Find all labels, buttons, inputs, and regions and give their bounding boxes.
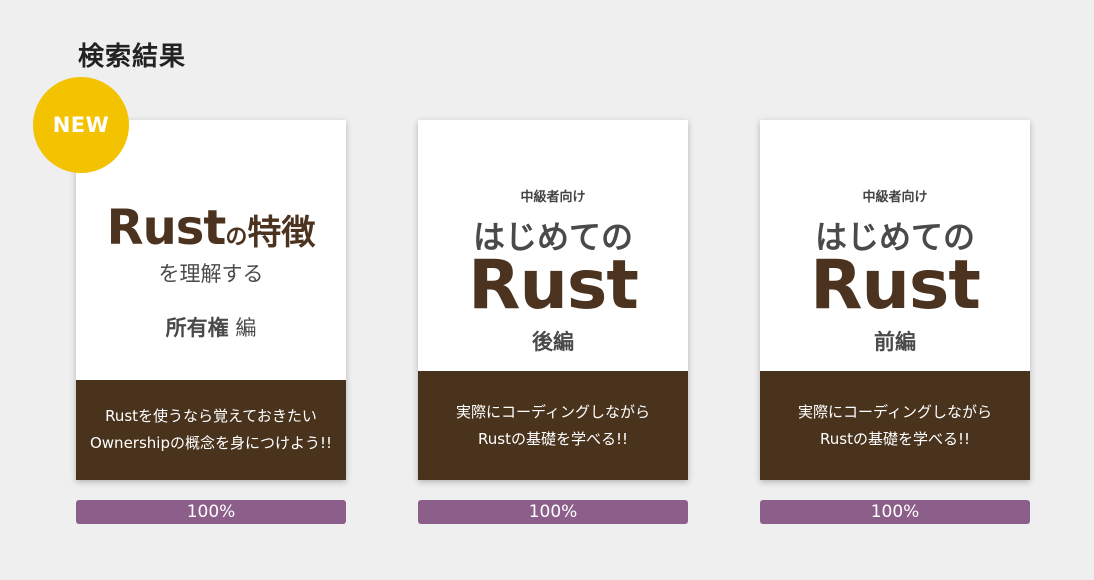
cover-level: 中級者向け <box>520 190 586 205</box>
blurb-line: Rustの基礎を学べる!! <box>478 429 628 448</box>
progress-bar: 100% <box>76 500 346 524</box>
book-cover: 中級者向け はじめての Rust 後編 実際にコーディングしながら Rustの基… <box>418 120 688 480</box>
progress-bar: 100% <box>760 500 1030 524</box>
cover-title-line2: Rust <box>468 246 639 325</box>
new-badge: NEW <box>33 77 129 173</box>
page-title: 検索結果 <box>78 42 187 72</box>
cover-title-rust: Rust <box>106 200 227 256</box>
book-cover: 中級者向け はじめての Rust 前編 実際にコーディングしながら Rustの基… <box>760 120 1030 480</box>
cover-title: Rustの特徴 <box>76 200 346 256</box>
cover-edition: 所有権 編 <box>76 312 346 342</box>
blurb-line: Rustの基礎を学べる!! <box>820 429 970 448</box>
book-card-intro-rust-part2[interactable]: 中級者向け はじめての Rust 後編 実際にコーディングしながら Rustの基… <box>418 120 688 480</box>
progress-bar: 100% <box>418 500 688 524</box>
book-card-intro-rust-part1[interactable]: 中級者向け はじめての Rust 前編 実際にコーディングしながら Rustの基… <box>760 120 1030 480</box>
cover-title-no: の <box>225 225 248 250</box>
blurb-line: Rustを使うなら覚えておきたい <box>105 407 317 425</box>
blurb-line: 実際にコーディングしながら <box>798 402 992 421</box>
cover-title-feature: 特徴 <box>247 213 316 253</box>
cover-subtitle: を理解する <box>158 262 264 286</box>
cover-level: 中級者向け <box>862 190 928 205</box>
cover-blurb: 実際にコーディングしながら Rustの基礎を学べる!! <box>760 371 1030 480</box>
blurb-line: 実際にコーディングしながら <box>456 402 650 421</box>
cover-blurb: Rustを使うなら覚えておきたい Ownershipの概念を身につけよう!! <box>76 380 346 480</box>
cover-edition-main: 所有権 <box>165 316 229 340</box>
cover-edition-suffix: 編 <box>228 316 257 340</box>
cover-title-line2: Rust <box>810 246 981 325</box>
blurb-line: Ownershipの概念を身につけよう!! <box>89 434 332 452</box>
book-cover: Rustの特徴 を理解する 所有権 編 Rustを使うなら覚えておきたい Own… <box>76 120 346 480</box>
cover-edition: 後編 <box>532 330 574 354</box>
book-card-ownership[interactable]: Rustの特徴 を理解する 所有権 編 Rustを使うなら覚えておきたい Own… <box>76 120 346 480</box>
cover-blurb: 実際にコーディングしながら Rustの基礎を学べる!! <box>418 371 688 480</box>
cover-edition: 前編 <box>874 330 916 354</box>
